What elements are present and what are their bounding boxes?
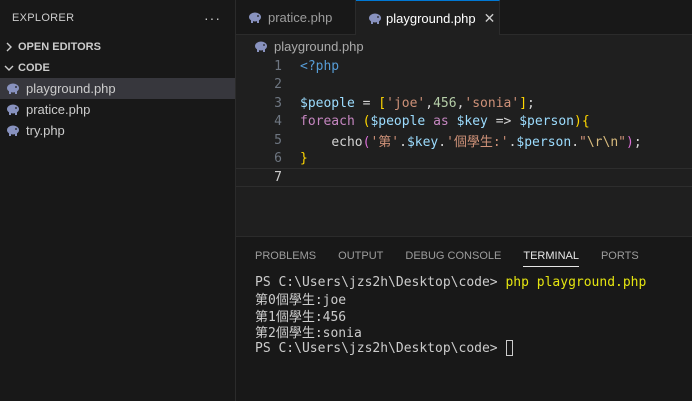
- folder-code-section[interactable]: CODE: [0, 57, 235, 78]
- file-item-try[interactable]: try.php: [0, 120, 235, 141]
- file-label: try.php: [26, 123, 65, 138]
- line-number: 7: [274, 169, 282, 185]
- terminal-prompt: PS C:\Users\jzs2h\Desktop\code>: [255, 340, 506, 356]
- code-token: ,: [425, 95, 434, 111]
- terminal-output-text: 第2個學生:sonia: [255, 326, 362, 342]
- terminal-prompt: PS C:\Users\jzs2h\Desktop\code>: [255, 274, 506, 290]
- code-token: ): [573, 114, 582, 130]
- code-token: $key: [406, 134, 439, 150]
- code-token: {: [581, 114, 590, 130]
- code-token: .: [571, 134, 580, 150]
- terminal-output[interactable]: PS C:\Users\jzs2h\Desktop\code> php play…: [236, 274, 692, 357]
- terminal-line: PS C:\Users\jzs2h\Desktop\code> php play…: [255, 274, 692, 291]
- terminal-line: PS C:\Users\jzs2h\Desktop\code>: [255, 340, 692, 357]
- php-open-tag: <?php: [300, 58, 340, 74]
- code-token: as: [425, 114, 457, 130]
- code-token: '個學生:': [446, 134, 509, 150]
- code-line: 5 echo('第'.$key.'個學生:'.$person."\r\n");: [236, 131, 692, 150]
- code-token: \r\n: [586, 134, 619, 150]
- breadcrumb[interactable]: playground.php: [236, 35, 692, 57]
- tab-output[interactable]: OUTPUT: [338, 237, 383, 274]
- php-elephant-icon: [254, 40, 270, 52]
- code-token: =>: [487, 114, 520, 130]
- chevron-down-icon: [2, 61, 16, 75]
- code-token: ": [618, 134, 626, 150]
- code-token: ]: [519, 95, 528, 111]
- line-number: 2: [274, 77, 282, 93]
- bottom-panel: PROBLEMS OUTPUT DEBUG CONSOLE TERMINAL P…: [236, 236, 692, 401]
- breadcrumb-file: playground.php: [274, 38, 364, 54]
- code-line: 4 foreach ($people as $key => $person){: [236, 113, 692, 132]
- explorer-sidebar: EXPLORER ··· OPEN EDITORS CODE playgroun…: [0, 0, 236, 401]
- terminal-line: 第1個學生:456: [255, 307, 692, 325]
- code-token: foreach: [300, 114, 355, 130]
- code-token: ): [625, 134, 634, 150]
- code-token: .: [399, 134, 407, 150]
- php-elephant-icon: [6, 104, 22, 116]
- terminal-command: php playground.php: [505, 274, 647, 290]
- code-token: $person: [516, 134, 572, 150]
- code-token: .: [438, 134, 447, 150]
- code-token: $people: [300, 95, 355, 111]
- code-line-current: 7: [236, 168, 692, 187]
- code-token: 'sonia': [464, 95, 520, 111]
- php-elephant-icon: [6, 83, 22, 95]
- panel-tab-bar: PROBLEMS OUTPUT DEBUG CONSOLE TERMINAL P…: [236, 237, 692, 274]
- code-editor[interactable]: 1 <?php 2 3 $people = ['joe',456,'sonia'…: [236, 57, 692, 187]
- file-label: pratice.php: [26, 102, 91, 117]
- code-token: [: [378, 95, 387, 111]
- tab-ports[interactable]: PORTS: [601, 237, 639, 274]
- php-elephant-icon: [368, 12, 382, 24]
- code-token: ": [579, 134, 587, 150]
- code-token: ;: [633, 134, 642, 150]
- code-token: ;: [527, 95, 535, 111]
- close-icon[interactable]: ✕: [484, 10, 496, 27]
- terminal-line: 第0個學生:joe: [255, 291, 692, 308]
- code-line: 6 }: [236, 150, 692, 169]
- tab-problems[interactable]: PROBLEMS: [255, 237, 316, 274]
- code-token: }: [300, 151, 308, 167]
- more-actions-button[interactable]: ···: [204, 10, 221, 26]
- editor-tab-bar: pratice.php playground.php ✕: [236, 0, 692, 35]
- open-editors-label: OPEN EDITORS: [18, 40, 101, 53]
- chevron-right-icon: [2, 40, 16, 54]
- php-elephant-icon: [248, 12, 264, 24]
- code-line: 3 $people = ['joe',456,'sonia'];: [236, 94, 692, 113]
- editor-area: pratice.php playground.php ✕ playground.…: [236, 0, 692, 236]
- tab-pratice[interactable]: pratice.php: [236, 0, 356, 35]
- code-token: =: [354, 95, 379, 111]
- tab-terminal[interactable]: TERMINAL: [523, 237, 579, 274]
- code-line: 1 <?php: [236, 57, 692, 76]
- explorer-header: EXPLORER ···: [0, 0, 235, 36]
- tab-debug-console[interactable]: DEBUG CONSOLE: [405, 237, 501, 274]
- code-token: echo: [331, 134, 363, 150]
- file-label: playground.php: [26, 81, 116, 96]
- line-number: 1: [274, 58, 282, 74]
- code-token: '第': [370, 134, 400, 150]
- folder-label: CODE: [18, 61, 50, 74]
- line-number: 6: [274, 151, 282, 167]
- code-line: 2: [236, 76, 692, 95]
- code-token: $key: [456, 114, 488, 130]
- php-elephant-icon: [6, 125, 22, 137]
- line-number: 4: [274, 114, 282, 130]
- tab-playground[interactable]: playground.php ✕: [356, 0, 500, 35]
- terminal-line: 第2個學生:sonia: [255, 324, 692, 341]
- explorer-title: EXPLORER: [12, 12, 75, 24]
- tab-label: pratice.php: [268, 10, 333, 25]
- code-token: $person: [519, 114, 574, 130]
- line-number: 5: [274, 132, 282, 148]
- open-editors-section[interactable]: OPEN EDITORS: [0, 36, 235, 57]
- file-item-pratice[interactable]: pratice.php: [0, 99, 235, 120]
- tab-label: playground.php: [386, 10, 476, 26]
- code-token: 'joe': [386, 95, 426, 111]
- code-token: $people: [370, 114, 426, 130]
- code-token: 456: [433, 95, 457, 111]
- line-number: 3: [274, 95, 282, 111]
- file-item-playground[interactable]: playground.php: [0, 78, 235, 99]
- terminal-cursor: [506, 340, 514, 357]
